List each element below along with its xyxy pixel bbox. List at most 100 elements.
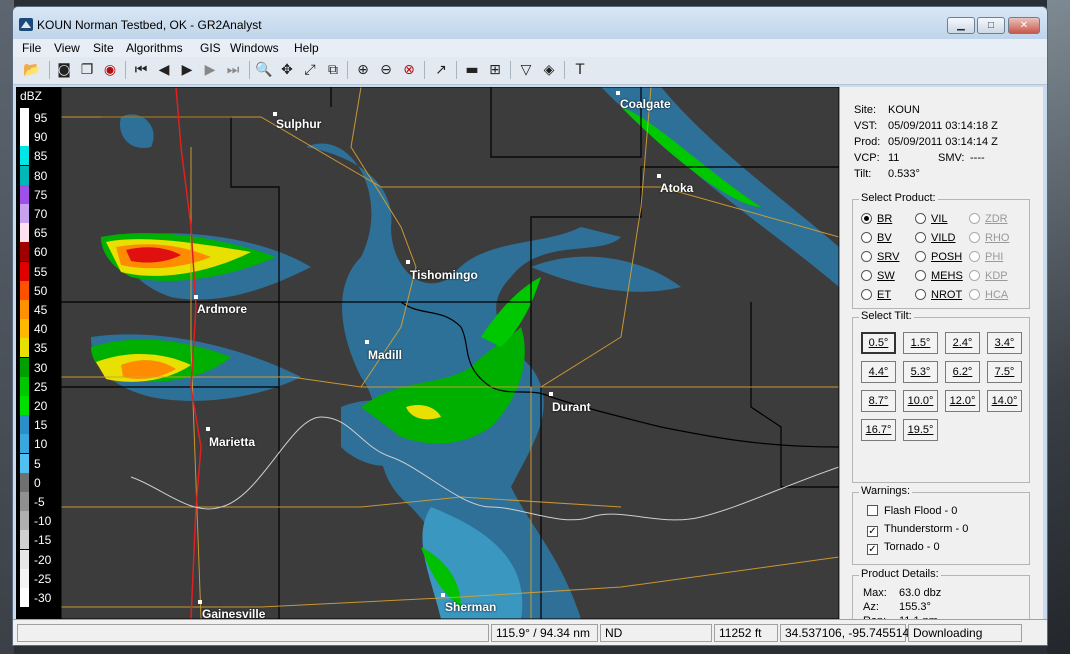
product-radio-br[interactable]: BR — [861, 213, 892, 225]
site-value: KOUN — [888, 104, 920, 116]
tilt-button[interactable]: 1.5° — [903, 332, 938, 354]
legend-entry: 65 — [20, 223, 60, 243]
product-radio-mehs[interactable]: MEHS — [915, 270, 963, 282]
text-icon[interactable]: T — [570, 60, 590, 80]
menu-view[interactable]: View — [54, 41, 80, 55]
warning-checkbox[interactable]: ✓ Thunderstorm - 0 — [867, 523, 968, 537]
legend-label: 60 — [34, 245, 48, 260]
menu-bar: File View Site Algorithms GIS Windows He… — [13, 39, 1047, 57]
menu-help[interactable]: Help — [294, 41, 319, 55]
warning-checkbox[interactable]: ✓ Tornado - 0 — [867, 541, 940, 555]
last-frame-icon[interactable]: ⏭ — [223, 60, 243, 80]
legend-label: -15 — [34, 533, 52, 548]
product-radio-bv[interactable]: BV — [861, 232, 892, 244]
legend-label: -10 — [34, 514, 52, 529]
mesocyclone-icon[interactable]: ◈ — [539, 60, 559, 80]
tilt-button[interactable]: 2.4° — [945, 332, 980, 354]
city-gainesville: Gainesville — [202, 607, 266, 619]
maximize-button[interactable]: □ — [977, 17, 1005, 34]
zoom-icon[interactable]: 🔍 — [254, 60, 274, 80]
tilt-button[interactable]: 4.4° — [861, 361, 896, 383]
tilt-button[interactable]: 8.7° — [861, 390, 896, 412]
tilt-button[interactable]: 16.7° — [861, 419, 896, 441]
checkbox-box — [867, 505, 878, 516]
tilt-button[interactable]: 10.0° — [903, 390, 938, 412]
legend-entry: 40 — [20, 319, 60, 339]
legend-entry: 85 — [20, 146, 60, 166]
product-label: MEHS — [931, 270, 963, 282]
product-label: PHI — [985, 251, 1004, 263]
tilt-button[interactable]: 14.0° — [987, 390, 1022, 412]
tilt-button[interactable]: 5.3° — [903, 361, 938, 383]
cross-section-icon[interactable]: ⊞ — [485, 60, 505, 80]
product-radio-vil[interactable]: VIL — [915, 213, 948, 225]
legend-label: 35 — [34, 341, 48, 356]
product-radio-vild[interactable]: VILD — [915, 232, 955, 244]
legend-label: 20 — [34, 399, 48, 413]
warning-icon[interactable]: ▽ — [516, 60, 536, 80]
legend-swatch — [20, 223, 29, 243]
minimize-button[interactable]: ▁ — [947, 17, 975, 34]
product-radio-posh[interactable]: POSH — [915, 251, 962, 263]
title-bar[interactable]: KOUN Norman Testbed, OK - GR2Analyst ▁ □… — [13, 7, 1047, 39]
zoom-in-icon[interactable]: ⊕ — [353, 60, 373, 80]
storm-icon[interactable]: ▬ — [462, 60, 482, 80]
legend-swatch — [20, 280, 29, 300]
toolbar-separator — [564, 61, 565, 79]
toolbar-separator — [424, 61, 425, 79]
zoom-out-icon[interactable]: ⊖ — [376, 60, 396, 80]
menu-site[interactable]: Site — [93, 41, 114, 55]
warning-label: Flash Flood - 0 — [884, 505, 958, 517]
measure-icon[interactable]: ⤢ — [300, 60, 320, 80]
product-radio-nrot[interactable]: NROT — [915, 289, 962, 301]
city-dot — [365, 340, 369, 344]
city-dot — [616, 91, 620, 95]
toolbar: 📂 ◙ ❐ ◉ ⏮ ◀ ▶ ▶ ⏭ 🔍 ✥ ⤢ ⧉ ⊕ ⊖ ⊗ ↗ ▬ ⊞ ▽ … — [13, 57, 1047, 85]
city-sulphur: Sulphur — [276, 117, 322, 131]
city-ardmore: Ardmore — [197, 302, 248, 316]
warning-checkbox[interactable]: Flash Flood - 0 — [867, 505, 957, 517]
pan-icon[interactable]: ✥ — [277, 60, 297, 80]
toolbar-separator — [510, 61, 511, 79]
close-button[interactable]: ✕ — [1008, 17, 1040, 34]
prev-frame-icon[interactable]: ◀ — [154, 60, 174, 80]
first-frame-icon[interactable]: ⏮ — [131, 60, 151, 80]
tilt-button[interactable]: 19.5° — [903, 419, 938, 441]
tilt-button[interactable]: 6.2° — [945, 361, 980, 383]
legend-swatch — [20, 396, 29, 415]
tilt-button[interactable]: 3.4° — [987, 332, 1022, 354]
legend-entry: 45 — [20, 300, 60, 319]
vst-value: 05/09/2011 03:14:18 Z — [888, 120, 998, 132]
radar-map[interactable]: Sulphur Coalgate Atoka Tishomingo Ardmor… — [61, 87, 839, 619]
product-radio-sw[interactable]: SW — [861, 270, 895, 282]
menu-gis[interactable]: GIS — [200, 41, 221, 55]
menu-windows[interactable]: Windows — [230, 41, 279, 55]
zoom-reset-icon[interactable]: ⊗ — [399, 60, 419, 80]
prod-label: Prod: — [854, 136, 881, 148]
tilt-button[interactable]: 7.5° — [987, 361, 1022, 383]
radar-icon[interactable]: ◉ — [100, 60, 120, 80]
next-frame-icon[interactable]: ▶ — [200, 60, 220, 80]
layers-icon[interactable]: ⧉ — [323, 60, 343, 80]
city-durant: Durant — [552, 400, 591, 414]
cursor-icon[interactable]: ↗ — [431, 60, 451, 80]
tilt-button[interactable]: 12.0° — [945, 390, 980, 412]
open-icon[interactable]: 📂 — [22, 60, 42, 80]
menu-algorithms[interactable]: Algorithms — [126, 41, 183, 55]
play-icon[interactable]: ▶ — [177, 60, 197, 80]
product-radio-srv[interactable]: SRV — [861, 251, 899, 263]
radio-circle — [969, 251, 980, 262]
city-coalgate: Coalgate — [620, 97, 671, 111]
save-icon[interactable]: ◙ — [54, 60, 74, 80]
city-dot — [441, 593, 445, 597]
tilt-button[interactable]: 0.5° — [861, 332, 896, 354]
legend-swatch — [20, 492, 29, 511]
product-details-title: Product Details: — [859, 568, 941, 580]
product-radio-et[interactable]: ET — [861, 289, 891, 301]
product-radio-phi: PHI — [969, 251, 1003, 263]
product-radio-kdp: KDP — [969, 270, 1008, 282]
menu-file[interactable]: File — [22, 41, 41, 55]
legend-title: dBZ — [20, 89, 43, 103]
checkbox-box: ✓ — [867, 544, 878, 555]
copy-icon[interactable]: ❐ — [77, 60, 97, 80]
